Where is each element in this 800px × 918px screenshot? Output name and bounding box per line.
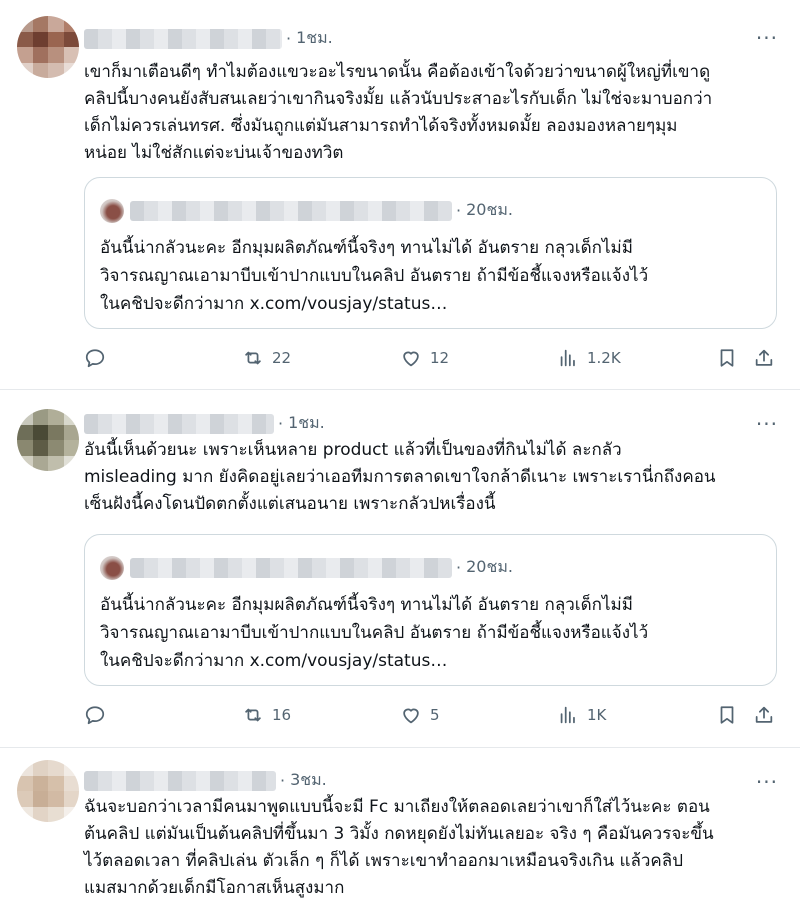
- timestamp[interactable]: 1ชม.: [288, 411, 325, 436]
- reply-button[interactable]: [84, 704, 106, 726]
- quoted-tweet[interactable]: · 20ชม. อันนี้น่ากลัวนะคะ อีกมุมผลิตภัณฑ…: [84, 177, 777, 329]
- bookmark-icon: [720, 706, 734, 724]
- timestamp[interactable]: 3ชม.: [290, 768, 327, 793]
- quoted-timestamp: 20ชม.: [466, 557, 513, 576]
- like-button[interactable]: 5: [400, 704, 440, 726]
- retweet-count: 16: [272, 706, 292, 724]
- quoted-tweet-header: · 20ชม.: [100, 198, 513, 223]
- quoted-tweet-text: อันนี้น่ากลัวนะคะ อีกมุมผลิตภัณฑ์นี้จริง…: [100, 595, 649, 671]
- share-button[interactable]: [753, 704, 775, 726]
- share-icon: [755, 706, 773, 723]
- quoted-tweet[interactable]: · 20ชม. อันนี้น่ากลัวนะคะ อีกมุมผลิตภัณฑ…: [84, 534, 777, 686]
- avatar[interactable]: [17, 16, 79, 78]
- more-options-icon[interactable]: ···: [756, 28, 778, 48]
- views-button[interactable]: 1.2K: [557, 347, 621, 369]
- retweet-count: 22: [272, 349, 292, 367]
- share-icon: [755, 349, 773, 366]
- share-button[interactable]: [753, 347, 775, 369]
- views-button[interactable]: 1K: [557, 704, 606, 726]
- retweet-button[interactable]: 22: [242, 347, 291, 369]
- like-button[interactable]: 12: [400, 347, 449, 369]
- avatar[interactable]: [17, 409, 79, 471]
- reply-feed: · 1ชม. ··· เขาก็มาเตือนดีๆ ทำไมต้องแขวะอ…: [0, 0, 800, 918]
- bookmark-button[interactable]: [716, 347, 738, 369]
- reply-icon: [85, 349, 105, 368]
- bookmark-button[interactable]: [716, 704, 738, 726]
- like-count: 12: [430, 349, 450, 367]
- views-count: 1.2K: [587, 349, 621, 367]
- retweet-icon: [245, 708, 261, 722]
- tweet-header: · 1ชม.: [84, 26, 333, 51]
- quoted-author-name: [130, 557, 452, 578]
- avatar[interactable]: [17, 760, 79, 822]
- views-icon: [560, 349, 575, 367]
- timestamp[interactable]: 1ชม.: [296, 26, 333, 51]
- quoted-avatar: [100, 555, 124, 580]
- author-name[interactable]: [84, 28, 282, 49]
- tweet-header: · 1ชม.: [84, 411, 325, 436]
- tweet[interactable]: · 1ชม. ··· อันนี้เห็นด้วยนะ เพราะเห็นหลา…: [0, 390, 800, 748]
- tweet-actions: 22 12 1.2K: [84, 347, 784, 371]
- author-name[interactable]: [84, 770, 276, 791]
- tweet-text: เขาก็มาเตือนดีๆ ทำไมต้องแขวะอะไรขนาดนั้น…: [84, 62, 713, 163]
- quoted-tweet-header: · 20ชม.: [100, 555, 513, 580]
- retweet-button[interactable]: 16: [242, 704, 291, 726]
- views-icon: [560, 706, 575, 724]
- more-options-icon[interactable]: ···: [756, 772, 778, 792]
- heart-icon: [403, 708, 419, 724]
- quoted-timestamp: 20ชม.: [466, 200, 513, 219]
- heart-icon: [403, 351, 419, 367]
- quoted-author-name: [130, 200, 452, 221]
- tweet-actions: 16 5 1K: [84, 704, 784, 728]
- author-name[interactable]: [84, 413, 274, 434]
- tweet[interactable]: · 1ชม. ··· เขาก็มาเตือนดีๆ ทำไมต้องแขวะอ…: [0, 0, 800, 390]
- reply-icon: [85, 706, 105, 725]
- retweet-icon: [245, 351, 261, 365]
- tweet-text: ฉันจะบอกว่าเวลามีคนมาพูดแบบนี้จะมี Fc มา…: [84, 797, 714, 898]
- more-options-icon[interactable]: ···: [756, 414, 778, 434]
- tweet[interactable]: · 3ชม. ··· ฉันจะบอกว่าเวลามีคนมาพูดแบบนี…: [0, 748, 800, 918]
- views-count: 1K: [587, 706, 607, 724]
- tweet-text: อันนี้เห็นด้วยนะ เพราะเห็นหลาย product แ…: [84, 440, 716, 514]
- tweet-header: · 3ชม.: [84, 768, 327, 793]
- like-count: 5: [430, 706, 440, 724]
- quoted-tweet-text: อันนี้น่ากลัวนะคะ อีกมุมผลิตภัณฑ์นี้จริง…: [100, 238, 649, 314]
- reply-button[interactable]: [84, 347, 106, 369]
- bookmark-icon: [720, 349, 734, 367]
- quoted-avatar: [100, 198, 124, 223]
